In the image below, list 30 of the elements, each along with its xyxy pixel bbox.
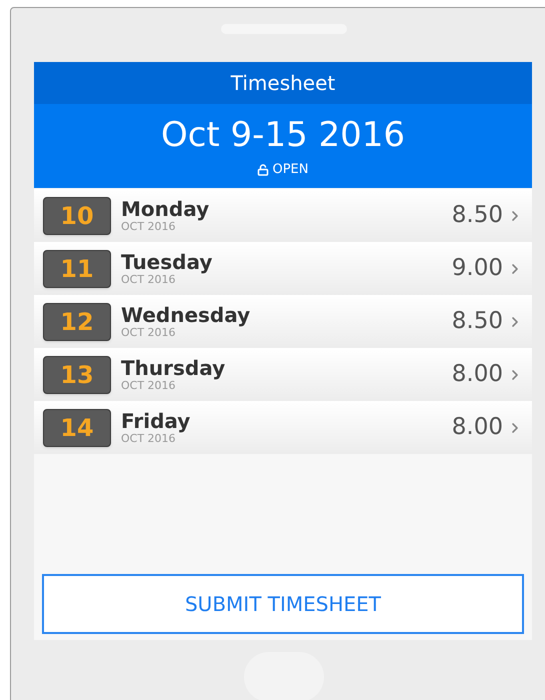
date-badge: 14 bbox=[43, 408, 111, 446]
day-row[interactable]: 14 Friday OCT 2016 8.00 bbox=[34, 401, 532, 454]
week-range: Oct 9-15 2016 bbox=[160, 114, 406, 156]
day-row[interactable]: 11 Tuesday OCT 2016 9.00 bbox=[34, 242, 532, 295]
day-month: OCT 2016 bbox=[121, 380, 176, 391]
date-badge: 12 bbox=[43, 302, 111, 340]
date-badge: 11 bbox=[43, 250, 111, 288]
hours-value: 9.00 bbox=[452, 254, 503, 284]
day-month: OCT 2016 bbox=[121, 433, 176, 444]
hours-value: 8.00 bbox=[452, 413, 503, 442]
date-badge: 13 bbox=[43, 356, 111, 394]
hours-value: 8.00 bbox=[452, 360, 503, 390]
day-month: OCT 2016 bbox=[121, 327, 176, 338]
date-badge: 10 bbox=[43, 196, 111, 234]
day-row[interactable]: 12 Wednesday OCT 2016 8.50 bbox=[34, 295, 532, 348]
day-row[interactable]: 10 Monday OCT 2016 8.50 bbox=[34, 189, 532, 242]
hours-value: 8.50 bbox=[452, 307, 503, 336]
day-name: Wednesday bbox=[121, 305, 250, 325]
day-row[interactable]: 13 Thursday OCT 2016 8.00 bbox=[34, 348, 532, 401]
day-month: OCT 2016 bbox=[121, 274, 176, 285]
submit-button[interactable]: SUBMIT TIMESHEET bbox=[42, 574, 524, 634]
status-label: OPEN bbox=[272, 161, 308, 179]
lock-open-icon bbox=[257, 164, 270, 176]
day-name: Monday bbox=[121, 199, 210, 219]
day-name: Tuesday bbox=[121, 252, 212, 272]
day-month: OCT 2016 bbox=[121, 221, 176, 232]
hours-value: 8.50 bbox=[452, 201, 503, 230]
screen-title: Timesheet bbox=[230, 70, 336, 97]
day-name: Thursday bbox=[121, 358, 226, 378]
day-name: Friday bbox=[121, 411, 190, 431]
